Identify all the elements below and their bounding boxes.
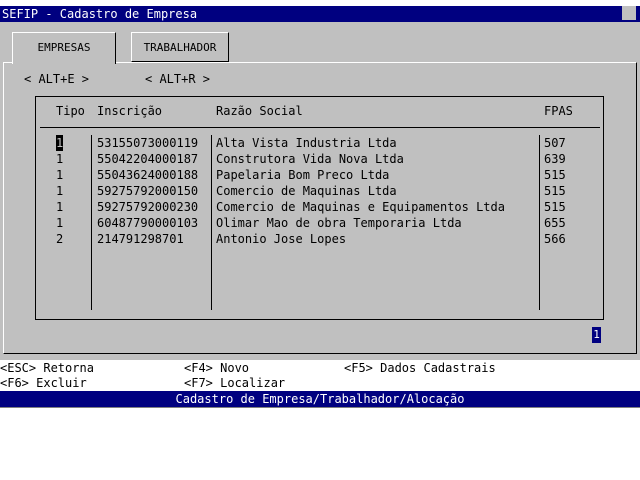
status-bar: Cadastro de Empresa/Trabalhador/Alocação: [0, 391, 640, 407]
row-6-razao-social[interactable]: Olimar Mao de obra Temporaria Ltda: [216, 215, 462, 231]
row-7-fpas[interactable]: 566: [544, 231, 566, 247]
row-3-tipo[interactable]: 1: [56, 167, 63, 183]
f5-dados-cadastrais-key[interactable]: <F5> Dados Cadastrais: [344, 360, 496, 376]
row-4-razao-social[interactable]: Comercio de Maquinas Ltda: [216, 183, 397, 199]
tab-empresas-label: EMPRESAS: [37, 41, 91, 54]
row-3-razao-social[interactable]: Papelaria Bom Preco Ltda: [216, 167, 389, 183]
hotkey-empresas: < ALT+E >: [24, 72, 90, 86]
row-6-fpas[interactable]: 655: [544, 215, 566, 231]
esc-retorna-key[interactable]: <ESC> Retorna: [0, 360, 94, 376]
column-divider-2: [211, 135, 212, 310]
row-1-inscricao[interactable]: 53155073000119: [97, 135, 198, 151]
row-5-inscricao[interactable]: 59275792000230: [97, 199, 198, 215]
function-key-bar: <ESC> Retorna <F4> Novo <F5> Dados Cadas…: [0, 360, 640, 391]
f7-localizar-key[interactable]: <F7> Localizar: [184, 375, 285, 391]
f6-excluir-key[interactable]: <F6> Excluir: [0, 375, 87, 391]
window-control-box[interactable]: [622, 6, 636, 20]
row-2-inscricao[interactable]: 55042204000187: [97, 151, 198, 167]
page-indicator: 1: [592, 327, 601, 343]
row-4-tipo[interactable]: 1: [56, 183, 63, 199]
row-5-tipo[interactable]: 1: [56, 199, 63, 215]
row-4-inscricao[interactable]: 59275792000150: [97, 183, 198, 199]
row-1-fpas[interactable]: 507: [544, 135, 566, 151]
row-7-razao-social[interactable]: Antonio Jose Lopes: [216, 231, 346, 247]
header-divider: [40, 127, 600, 128]
tab-trabalhador-label: TRABALHADOR: [143, 41, 217, 54]
tab-trabalhador[interactable]: TRABALHADOR: [131, 32, 229, 62]
row-7-inscricao[interactable]: 214791298701: [97, 231, 184, 247]
row-1-tipo[interactable]: 1: [56, 135, 64, 151]
f4-novo-key[interactable]: <F4> Novo: [184, 360, 249, 376]
row-3-fpas[interactable]: 515: [544, 167, 566, 183]
row-2-fpas[interactable]: 639: [544, 151, 566, 167]
header-razao-social: Razão Social: [216, 104, 303, 118]
empty-area: [0, 407, 640, 480]
row-5-razao-social[interactable]: Comercio de Maquinas e Equipamentos Ltda: [216, 199, 505, 215]
row-2-tipo[interactable]: 1: [56, 151, 63, 167]
tab-empresas[interactable]: EMPRESAS: [12, 32, 116, 64]
row-7-tipo[interactable]: 2: [56, 231, 63, 247]
row-6-tipo[interactable]: 1: [56, 215, 63, 231]
status-bar-text: Cadastro de Empresa/Trabalhador/Alocação: [175, 392, 465, 406]
header-fpas: FPAS: [544, 104, 573, 118]
row-2-razao-social[interactable]: Construtora Vida Nova Ltda: [216, 151, 404, 167]
row-3-inscricao[interactable]: 55043624000188: [97, 167, 198, 183]
title-bar: SEFIP - Cadastro de Empresa: [0, 6, 640, 22]
row-1-razao-social[interactable]: Alta Vista Industria Ltda: [216, 135, 397, 151]
hotkey-trabalhador: < ALT+R >: [145, 72, 211, 86]
header-inscricao: Inscrição: [97, 104, 163, 118]
row-4-fpas[interactable]: 515: [544, 183, 566, 199]
row-5-fpas[interactable]: 515: [544, 199, 566, 215]
window-title: SEFIP - Cadastro de Empresa: [2, 7, 198, 21]
column-divider-1: [91, 135, 92, 310]
column-divider-3: [539, 135, 540, 310]
header-tipo: Tipo: [56, 104, 85, 118]
row-6-inscricao[interactable]: 60487790000103: [97, 215, 198, 231]
